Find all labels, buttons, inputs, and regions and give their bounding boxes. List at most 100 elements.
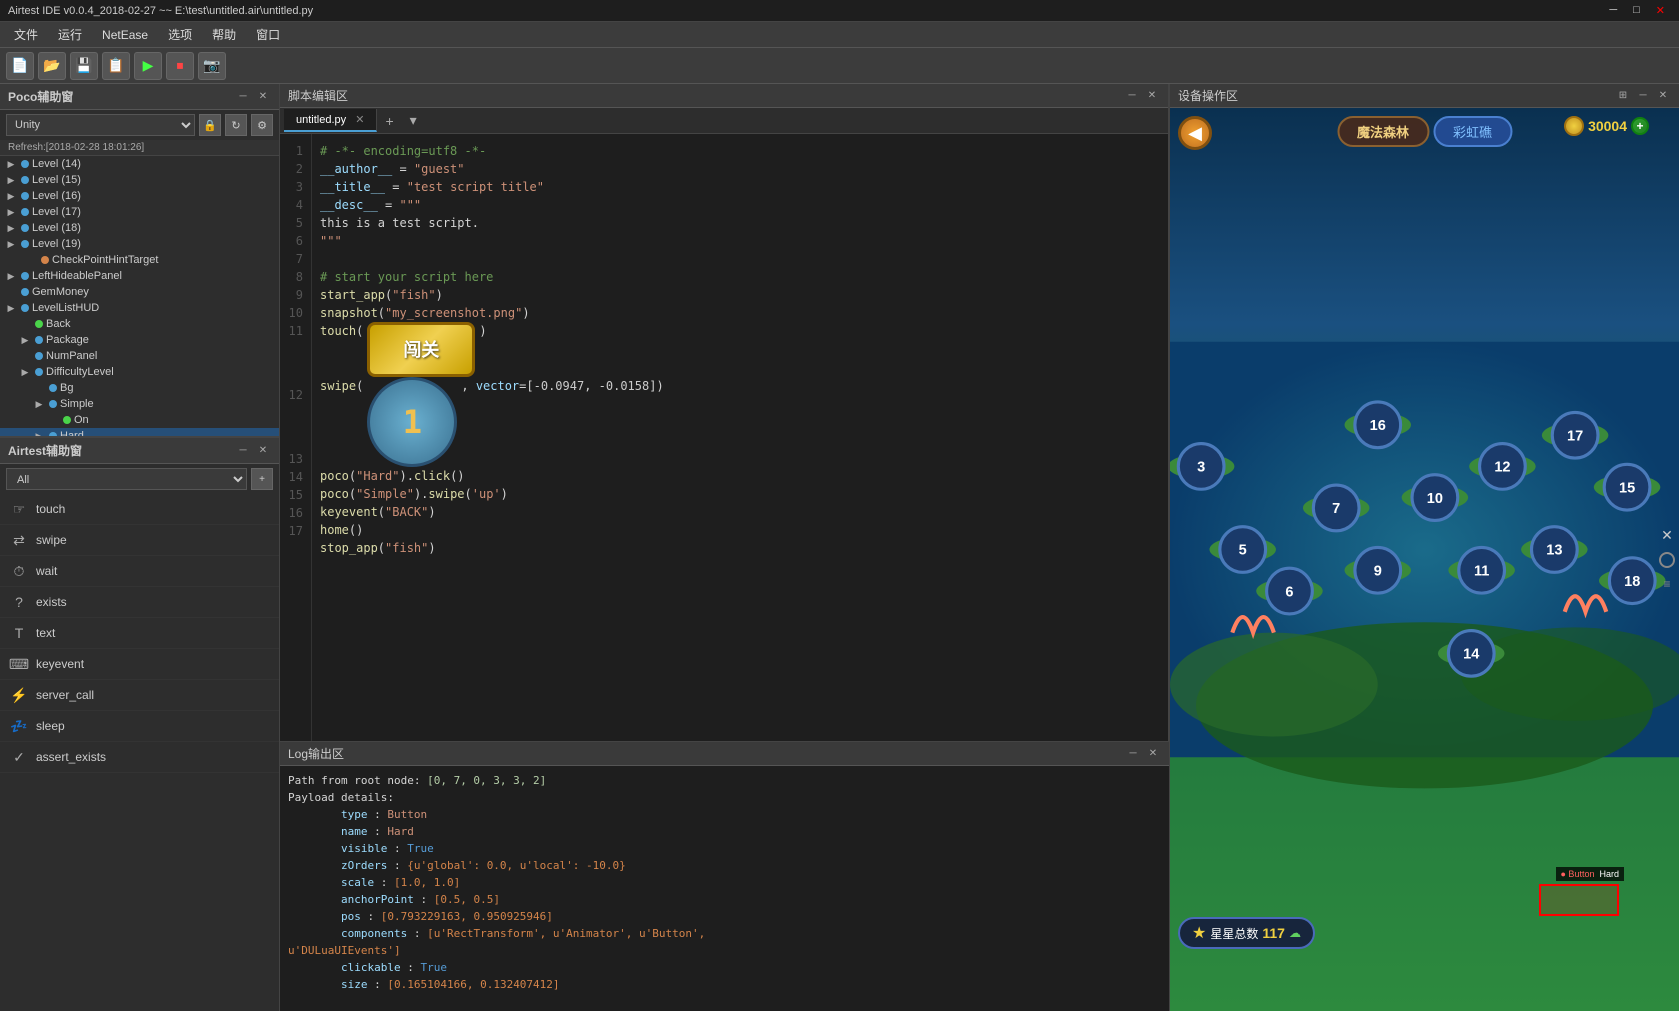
- game-tab-reef[interactable]: 彩虹礁: [1433, 116, 1512, 147]
- tree-item[interactable]: ▶ Level (14): [0, 156, 279, 172]
- airtest-item-wait[interactable]: ⏱ wait: [0, 556, 279, 587]
- game-tab-forest[interactable]: 魔法森林: [1337, 116, 1429, 147]
- toolbar-stop[interactable]: ⏹: [166, 52, 194, 80]
- tree-item[interactable]: ▶ Package: [0, 332, 279, 348]
- code-area[interactable]: # -*- encoding=utf8 -*- __author__ = "gu…: [312, 134, 1168, 741]
- script-editor-min-icon[interactable]: ─: [1124, 88, 1140, 104]
- toolbar-run[interactable]: ▶: [134, 52, 162, 80]
- poco-minimize-icon[interactable]: ─: [235, 89, 251, 105]
- editor-content: 12345 678910 1112 1314151617 # -*- encod…: [280, 134, 1168, 741]
- airtest-filter-dropdown[interactable]: All: [6, 468, 247, 490]
- airtest-item-keyevent[interactable]: ⌨ keyevent: [0, 649, 279, 680]
- close-btn[interactable]: ✕: [1650, 4, 1671, 17]
- back-btn[interactable]: ◀: [1178, 116, 1212, 150]
- poco-device-dropdown[interactable]: Unity Android iOS: [6, 114, 195, 136]
- tree-item[interactable]: ▶ LeftHideablePanel: [0, 268, 279, 284]
- airtest-item-assert-exists[interactable]: ✓ assert_exists: [0, 742, 279, 773]
- toolbar-open[interactable]: 📂: [38, 52, 66, 80]
- editor-tab-dropdown[interactable]: ▾: [402, 108, 425, 133]
- airtest-minimize-icon[interactable]: ─: [235, 443, 251, 459]
- script-editor-header: 脚本编辑区 ─ ✕: [280, 84, 1168, 108]
- device-layout-icon[interactable]: ⊞: [1615, 88, 1631, 104]
- tree-item[interactable]: Bg: [0, 380, 279, 396]
- airtest-close-icon[interactable]: ✕: [255, 443, 271, 459]
- poco-selector-row: Unity Android iOS 🔒 ↻ ⚙: [0, 110, 279, 140]
- add-coins-btn[interactable]: +: [1631, 117, 1649, 135]
- cloud-icon: ☁: [1289, 926, 1301, 940]
- tree-item[interactable]: CheckPointHintTarget: [0, 252, 279, 268]
- toolbar-new[interactable]: 📄: [6, 52, 34, 80]
- menu-file[interactable]: 文件: [4, 24, 48, 45]
- airtest-item-server-call[interactable]: ⚡ server_call: [0, 680, 279, 711]
- toolbar-save-as[interactable]: 📋: [102, 52, 130, 80]
- device-close-icon[interactable]: ✕: [1655, 88, 1671, 104]
- stars-bar: ★ 星星总数 117 ☁: [1178, 917, 1671, 949]
- svg-text:13: 13: [1546, 543, 1562, 559]
- editor-tab-close[interactable]: ✕: [355, 114, 364, 126]
- tree-item[interactable]: Back: [0, 316, 279, 332]
- expand-icon[interactable]: ≡: [1659, 576, 1675, 592]
- toolbar-screenshot[interactable]: 📷: [198, 52, 226, 80]
- coin-icon: [1564, 116, 1584, 136]
- log-line: u'DULuaUIEvents']: [288, 942, 1161, 959]
- tree-item[interactable]: ▶ Level (17): [0, 204, 279, 220]
- circle-icon[interactable]: [1659, 552, 1675, 568]
- log-content: Path from root node: [0, 7, 0, 3, 3, 2] …: [280, 766, 1169, 1011]
- swipe-icon: ⇄: [10, 531, 28, 549]
- minimize-btn[interactable]: ─: [1603, 4, 1623, 17]
- airtest-add-btn[interactable]: +: [251, 468, 273, 490]
- device-panel-header: 设备操作区 ⊞ ─ ✕: [1170, 84, 1679, 108]
- poco-settings-btn[interactable]: ⚙: [251, 114, 273, 136]
- log-min-icon[interactable]: ─: [1125, 746, 1141, 762]
- editor-tab-untitled[interactable]: untitled.py ✕: [284, 109, 377, 132]
- tree-item[interactable]: ▶ Level (16): [0, 188, 279, 204]
- tree-item[interactable]: ▶ Level (19): [0, 236, 279, 252]
- device-title: 设备操作区: [1178, 87, 1238, 104]
- tree-dot: [21, 288, 29, 296]
- tree-dot: [35, 336, 43, 344]
- log-line: visible : True: [288, 840, 1161, 857]
- sleep-icon: 💤: [10, 717, 28, 735]
- airtest-item-exists[interactable]: ? exists: [0, 587, 279, 618]
- tree-item[interactable]: ▶ LevelListHUD: [0, 300, 279, 316]
- tree-item[interactable]: ▶ DifficultyLevel: [0, 364, 279, 380]
- maximize-btn[interactable]: □: [1627, 4, 1646, 17]
- poco-refresh-btn[interactable]: ↻: [225, 114, 247, 136]
- script-editor-close-icon[interactable]: ✕: [1144, 88, 1160, 104]
- menu-help[interactable]: 帮助: [202, 24, 246, 45]
- poco-close-icon[interactable]: ✕: [255, 89, 271, 105]
- poco-lock-btn[interactable]: 🔒: [199, 114, 221, 136]
- airtest-item-touch[interactable]: ☞ touch: [0, 494, 279, 525]
- tree-arrow: ▶: [4, 175, 18, 186]
- tree-arrow: [46, 415, 60, 425]
- close-overlay-icon[interactable]: ✕: [1659, 528, 1675, 544]
- toolbar-save[interactable]: 💾: [70, 52, 98, 80]
- airtest-item-text[interactable]: T text: [0, 618, 279, 649]
- tree-item[interactable]: ▶ Level (18): [0, 220, 279, 236]
- airtest-server-call-label: server_call: [36, 688, 94, 702]
- poco-panel-header: Poco辅助窗 ─ ✕: [0, 84, 279, 110]
- editor-tab-add[interactable]: +: [377, 109, 401, 133]
- tree-item[interactable]: On: [0, 412, 279, 428]
- menu-netease[interactable]: NetEase: [92, 26, 158, 44]
- airtest-item-sleep[interactable]: 💤 sleep: [0, 711, 279, 742]
- airtest-header-actions: ─ ✕: [235, 443, 271, 459]
- svg-text:15: 15: [1619, 480, 1635, 496]
- image-badge-gold: 闯关: [367, 322, 475, 377]
- tree-item-hard[interactable]: ▶ Hard: [0, 428, 279, 436]
- airtest-item-swipe[interactable]: ⇄ swipe: [0, 525, 279, 556]
- tree-item[interactable]: ▶ Level (15): [0, 172, 279, 188]
- svg-text:7: 7: [1332, 501, 1340, 517]
- stars-total-text: 星星总数: [1210, 925, 1258, 942]
- airtest-keyevent-label: keyevent: [36, 657, 84, 671]
- menu-options[interactable]: 选项: [158, 24, 202, 45]
- device-min-icon[interactable]: ─: [1635, 88, 1651, 104]
- tree-item[interactable]: NumPanel: [0, 348, 279, 364]
- log-close-icon[interactable]: ✕: [1145, 746, 1161, 762]
- menu-window[interactable]: 窗口: [246, 24, 290, 45]
- tree-arrow: ▶: [18, 367, 32, 378]
- game-tabs: 魔法森林 彩虹礁: [1337, 116, 1512, 147]
- menu-run[interactable]: 运行: [48, 24, 92, 45]
- tree-item[interactable]: ▶ Simple: [0, 396, 279, 412]
- tree-item[interactable]: GemMoney: [0, 284, 279, 300]
